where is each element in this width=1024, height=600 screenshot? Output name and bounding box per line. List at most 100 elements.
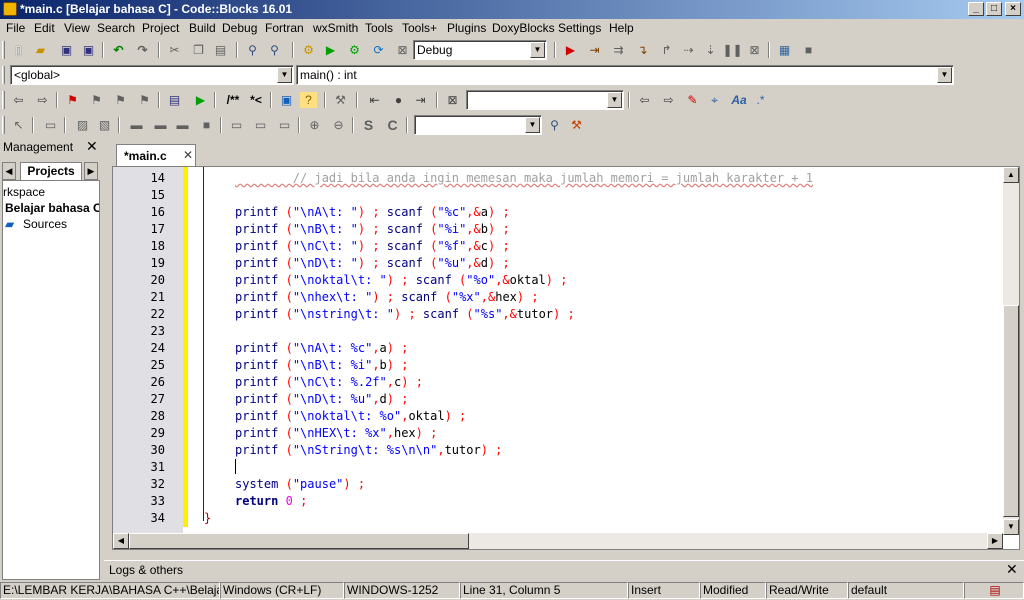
sizer-3-icon[interactable]: ▬ bbox=[174, 117, 191, 133]
wxsmith-combo[interactable]: ▼ bbox=[414, 115, 542, 135]
border-2-icon[interactable]: ▭ bbox=[252, 117, 269, 133]
restore-button[interactable]: □ bbox=[986, 2, 1002, 16]
abort-icon[interactable]: ⊠ bbox=[394, 42, 411, 58]
open-file-icon[interactable]: ▰ bbox=[32, 42, 49, 58]
close-icon[interactable]: ✕ bbox=[86, 138, 98, 155]
zoom-out-icon[interactable]: ⊖ bbox=[330, 117, 347, 133]
clear-search-icon[interactable]: ⊠ bbox=[444, 92, 461, 108]
undo-icon[interactable]: ↶ bbox=[110, 42, 127, 58]
build-gear-icon[interactable]: ⚙ bbox=[300, 42, 317, 58]
block-comment-button[interactable]: /** bbox=[222, 92, 244, 108]
scope-select[interactable]: <global> ▼ bbox=[10, 65, 294, 85]
next-line-icon[interactable]: ⇉ bbox=[610, 42, 627, 58]
menu-help[interactable]: Help bbox=[609, 21, 634, 35]
html-help-icon[interactable]: ▣ bbox=[278, 92, 295, 108]
debug-start-icon[interactable]: ▶ bbox=[562, 42, 579, 58]
close-icon[interactable]: ✕ bbox=[183, 148, 193, 162]
replace-icon[interactable]: ⚲ bbox=[266, 42, 283, 58]
jump-back-icon[interactable]: ⇦ bbox=[10, 92, 27, 108]
save-icon[interactable]: ▣ bbox=[58, 42, 75, 58]
tree-item-project[interactable]: Belajar bahasa C bbox=[5, 201, 99, 215]
s-icon[interactable]: S bbox=[360, 117, 377, 133]
debug-windows-icon[interactable]: ▦ bbox=[776, 42, 793, 58]
chevron-down-icon[interactable]: ▼ bbox=[937, 67, 952, 83]
find-icon[interactable]: ⚲ bbox=[244, 42, 261, 58]
cut-icon[interactable]: ✂ bbox=[166, 42, 183, 58]
highlight-icon[interactable]: ✎ bbox=[684, 92, 701, 108]
tab-scroll-left-icon[interactable]: ◀ bbox=[2, 162, 16, 180]
menu-debug[interactable]: Debug bbox=[222, 21, 257, 35]
redo-icon[interactable]: ↷ bbox=[134, 42, 151, 58]
comment-icon[interactable]: ▤ bbox=[166, 92, 183, 108]
sizer-4-icon[interactable]: ■ bbox=[198, 117, 215, 133]
rebuild-icon[interactable]: ⟳ bbox=[370, 42, 387, 58]
scroll-up-icon[interactable]: ▲ bbox=[1003, 167, 1019, 183]
scroll-down-icon[interactable]: ▼ bbox=[1003, 519, 1019, 535]
vertical-scroll-thumb[interactable] bbox=[1003, 305, 1019, 517]
paste-icon[interactable]: ▤ bbox=[212, 42, 229, 58]
menu-doxyblocks[interactable]: DoxyBlocks bbox=[492, 21, 555, 35]
step-into-icon[interactable]: ↴ bbox=[634, 42, 651, 58]
menu-wxsmith[interactable]: wxSmith bbox=[313, 21, 358, 35]
pause-icon[interactable]: ❚❚ bbox=[722, 42, 742, 58]
build-target-select[interactable]: Debug ▼ bbox=[413, 40, 547, 60]
run-icon[interactable]: ▶ bbox=[322, 42, 339, 58]
match-case-icon[interactable]: Aa bbox=[728, 92, 750, 108]
next-instruction-icon[interactable]: ⇢ bbox=[680, 42, 697, 58]
build-and-run-icon[interactable]: ⚙ bbox=[346, 42, 363, 58]
vertical-scrollbar[interactable]: ▲ ▼ bbox=[1003, 167, 1019, 535]
step-into-instruction-icon[interactable]: ⇣ bbox=[702, 42, 719, 58]
menu-plugins[interactable]: Plugins bbox=[447, 21, 486, 35]
copy-icon[interactable]: ❐ bbox=[190, 42, 207, 58]
tree-item-workspace[interactable]: rkspace bbox=[3, 185, 45, 199]
minimize-button[interactable]: _ bbox=[968, 2, 984, 16]
text-image-icon[interactable]: ▧ bbox=[96, 117, 113, 133]
border-3-icon[interactable]: ▭ bbox=[276, 117, 293, 133]
menu-tools-plus[interactable]: Tools+ bbox=[402, 21, 437, 35]
run-to-cursor-icon[interactable]: ⇥ bbox=[586, 42, 603, 58]
menu-search[interactable]: Search bbox=[97, 21, 135, 35]
last-icon[interactable]: ⇥ bbox=[412, 92, 429, 108]
wrench-icon[interactable]: ⚒ bbox=[332, 92, 349, 108]
find-next-icon[interactable]: ⇨ bbox=[660, 92, 677, 108]
various-info-icon[interactable]: ■ bbox=[800, 42, 817, 58]
fold-margin[interactable] bbox=[188, 167, 203, 535]
prev-bookmark-icon[interactable]: ⚑ bbox=[88, 92, 105, 108]
image-icon[interactable]: ▨ bbox=[74, 117, 91, 133]
selected-text-icon[interactable]: ⌖ bbox=[706, 92, 723, 108]
menu-build[interactable]: Build bbox=[189, 21, 216, 35]
horizontal-scrollbar[interactable]: ◀ ▶ bbox=[113, 533, 1003, 549]
function-select[interactable]: main() : int ▼ bbox=[296, 65, 954, 85]
toggle-bookmark-icon[interactable]: ⚑ bbox=[64, 92, 81, 108]
tree-item-sources[interactable]: Sources bbox=[23, 217, 67, 231]
tab-scroll-right-icon[interactable]: ▶ bbox=[84, 162, 98, 180]
code-editor[interactable]: 14 // jadi bila anda ingin memesan maka … bbox=[112, 166, 1020, 550]
horizontal-scroll-thumb[interactable] bbox=[129, 533, 469, 549]
toolbar-grip[interactable] bbox=[2, 41, 5, 59]
sizer-2-icon[interactable]: ▬ bbox=[152, 117, 169, 133]
border-1-icon[interactable]: ▭ bbox=[228, 117, 245, 133]
menu-project[interactable]: Project bbox=[142, 21, 179, 35]
next-bookmark-icon[interactable]: ⚑ bbox=[112, 92, 129, 108]
logs-label[interactable]: Logs & others bbox=[109, 563, 183, 577]
tools-icon[interactable]: ⚒ bbox=[568, 117, 585, 133]
first-icon[interactable]: ⇤ bbox=[366, 92, 383, 108]
menu-tools[interactable]: Tools bbox=[365, 21, 393, 35]
stop-debug-icon[interactable]: ⊠ bbox=[746, 42, 763, 58]
jump-forward-icon[interactable]: ⇨ bbox=[34, 92, 51, 108]
run-doxywizard-icon[interactable]: ▶ bbox=[192, 92, 209, 108]
c-icon[interactable]: C bbox=[384, 117, 401, 133]
close-window-button[interactable]: × bbox=[1005, 2, 1021, 16]
zoom-in-icon[interactable]: ⊕ bbox=[306, 117, 323, 133]
chm-help-icon[interactable]: ? bbox=[300, 92, 317, 108]
tab-main-c[interactable]: *main.c ✕ bbox=[116, 144, 196, 166]
sizer-1-icon[interactable]: ▬ bbox=[128, 117, 145, 133]
chevron-down-icon[interactable]: ▼ bbox=[525, 117, 540, 133]
close-icon[interactable]: ✕ bbox=[1006, 561, 1018, 578]
line-comment-button[interactable]: *< bbox=[246, 92, 266, 108]
scroll-left-icon[interactable]: ◀ bbox=[113, 533, 129, 549]
regex-icon[interactable]: .* bbox=[752, 92, 769, 108]
find-prev-icon[interactable]: ⇦ bbox=[636, 92, 653, 108]
chevron-down-icon[interactable]: ▼ bbox=[277, 67, 292, 83]
panel-icon[interactable]: ▭ bbox=[42, 117, 59, 133]
